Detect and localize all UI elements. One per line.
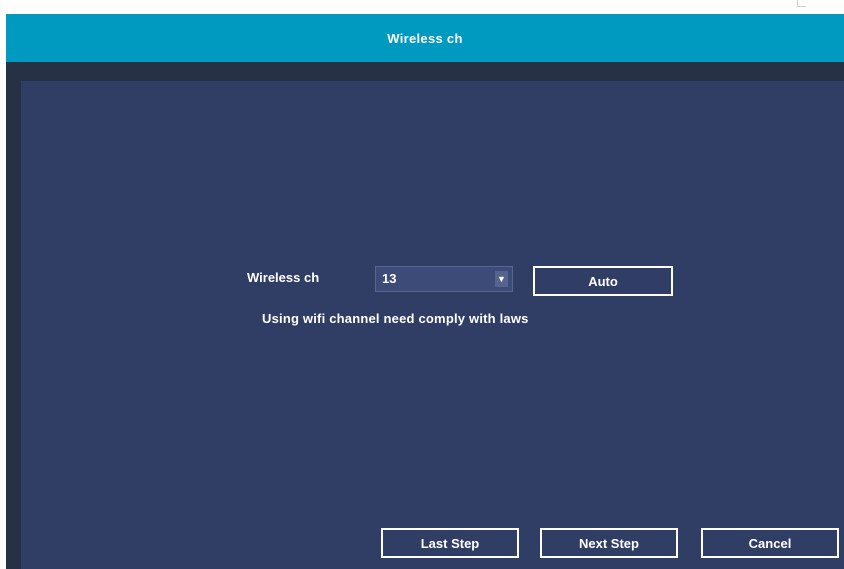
last-step-button[interactable]: Last Step (381, 528, 519, 558)
title-bar: Wireless ch (6, 14, 844, 62)
cancel-button[interactable]: Cancel (701, 528, 839, 558)
wizard-screen: Wireless ch Wireless ch 13 ▼ Auto Using … (6, 0, 844, 569)
wireless-channel-label: Wireless ch (247, 270, 320, 285)
corner-mark (797, 0, 806, 7)
wireless-channel-value: 13 (382, 271, 397, 286)
wireless-channel-select[interactable]: 13 ▼ (375, 266, 513, 292)
page-title: Wireless ch (387, 30, 463, 46)
chevron-down-icon[interactable]: ▼ (495, 271, 508, 287)
top-strip (6, 0, 844, 14)
next-step-button[interactable]: Next Step (540, 528, 678, 558)
channel-law-notice: Using wifi channel need comply with laws (262, 311, 529, 326)
auto-button[interactable]: Auto (533, 266, 673, 296)
